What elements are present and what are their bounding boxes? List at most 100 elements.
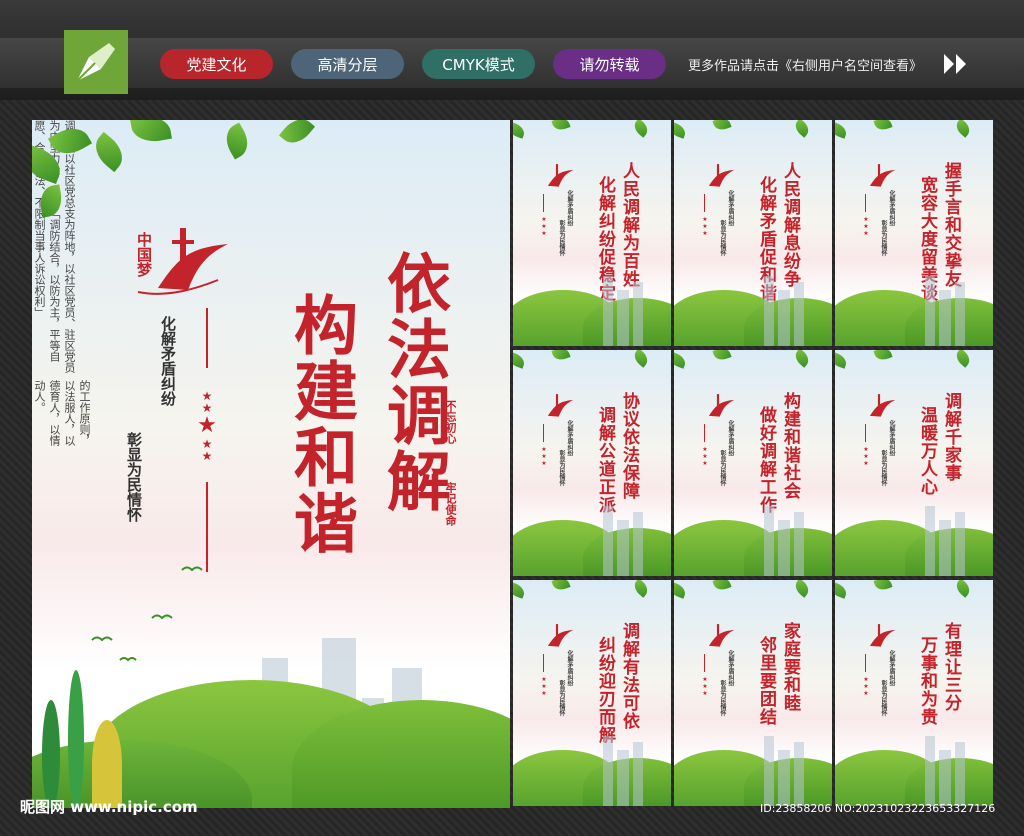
star-icon: ★ ★ ★: [702, 216, 708, 237]
small-title-line1: 人民调解为百姓: [619, 162, 639, 288]
plant-decoration: [42, 700, 60, 808]
building-silhouette: [633, 742, 643, 806]
small-sub-line2: 彰显为民情怀: [880, 220, 887, 256]
divider-line: [206, 482, 208, 572]
image-id: ID:23858206 NO:20231023223653327126: [760, 802, 996, 815]
small-title-line1: 调解有法可依: [619, 622, 639, 730]
building-silhouette: [633, 282, 643, 346]
building-silhouette: [939, 520, 951, 576]
building-silhouette: [603, 276, 613, 346]
small-poster: 调解有法可依 纠纷迎刃而解 化解矛盾纠纷 彰显为民情怀 ★ ★ ★: [513, 580, 671, 806]
china-dream-emblem: [859, 390, 899, 424]
leaf-decoration: [219, 122, 255, 160]
small-sub-line1: 化解矛盾纠纷: [888, 420, 895, 456]
small-title-line2: 温暖万人心: [917, 406, 937, 496]
small-sub-line1: 化解矛盾纠纷: [727, 420, 734, 456]
main-title-line1: 依法调解: [376, 250, 451, 514]
seal-line2: 牢记使命: [444, 482, 457, 526]
building-silhouette: [764, 736, 774, 806]
small-title-line1: 有理让三分: [941, 622, 961, 712]
building-silhouette: [939, 750, 951, 806]
pen-logo-icon: [64, 30, 128, 94]
small-poster: 协议依法保障 调解公道正派 化解矛盾纠纷 彰显为民情怀 ★ ★ ★: [513, 350, 671, 576]
leaf-decoration: [835, 351, 849, 369]
small-sub-line1: 化解矛盾纠纷: [566, 190, 573, 226]
china-dream-emblem: [698, 620, 738, 654]
divider-line: [704, 424, 705, 442]
small-poster: 握手言和交挚友 宽容大度留美谈 化解矛盾纠纷 彰显为民情怀 ★ ★ ★: [835, 120, 993, 346]
small-sub-line2: 彰显为民情怀: [558, 680, 565, 716]
building-silhouette: [603, 506, 613, 576]
small-poster: 家庭要和睦 邻里要团结 化解矛盾纠纷 彰显为民情怀 ★ ★ ★: [674, 580, 832, 806]
small-title-line1: 家庭要和睦: [780, 622, 800, 712]
small-title-line2: 做好调解工作: [756, 406, 776, 514]
building-silhouette: [617, 290, 629, 346]
leaf-decoration: [712, 350, 732, 363]
building-silhouette: [925, 736, 935, 806]
leaf-decoration: [674, 121, 688, 139]
leaf-decoration: [712, 580, 732, 593]
star-icon: ★ ★ ★ ★ ★: [197, 389, 217, 463]
leaf-decoration: [551, 120, 571, 133]
building-silhouette: [955, 742, 965, 806]
small-sub-line1: 化解矛盾纠纷: [566, 420, 573, 456]
china-dream-emblem: [537, 390, 577, 424]
tag-no-repost[interactable]: 请勿转载: [553, 49, 666, 79]
divider-line: [865, 424, 866, 442]
double-arrow-icon[interactable]: [942, 52, 970, 80]
divider-line: [704, 654, 705, 672]
small-title-line1: 协议依法保障: [619, 392, 639, 500]
china-dream-emblem: [537, 160, 577, 194]
leaf-decoration: [130, 120, 172, 146]
small-poster: 构建和谐社会 做好调解工作 化解矛盾纠纷 彰显为民情怀 ★ ★ ★: [674, 350, 832, 576]
leaf-decoration: [835, 121, 849, 139]
china-dream-emblem: [537, 620, 577, 654]
leaf-decoration: [953, 580, 973, 598]
more-works-link[interactable]: 更多作品请点击《右侧用户名空间查看》: [688, 55, 922, 74]
small-poster: 人民调解息纷争 化解矛盾促和谐 化解矛盾纠纷 彰显为民情怀 ★ ★ ★: [674, 120, 832, 346]
leaf-decoration: [674, 581, 688, 599]
leaf-decoration: [674, 351, 688, 369]
building-silhouette: [764, 506, 774, 576]
small-sub-line2: 彰显为民情怀: [719, 680, 726, 716]
small-sub-line2: 彰显为民情怀: [719, 450, 726, 486]
building-silhouette: [778, 290, 790, 346]
leaf-decoration: [953, 120, 973, 138]
small-title-line1: 调解千家事: [941, 392, 961, 482]
tag-party-culture[interactable]: 党建文化: [160, 49, 273, 79]
small-sub-line1: 化解矛盾纠纷: [727, 190, 734, 226]
building-silhouette: [778, 750, 790, 806]
star-icon: ★ ★ ★: [541, 446, 547, 467]
leaf-decoration: [873, 350, 893, 363]
small-sub-line1: 化解矛盾纠纷: [727, 650, 734, 686]
building-silhouette: [794, 512, 804, 576]
building-silhouette: [633, 512, 643, 576]
small-sub-line2: 彰显为民情怀: [880, 450, 887, 486]
divider-line: [543, 194, 544, 212]
divider-line: [865, 654, 866, 672]
subtitle-line1: 化解矛盾纠纷: [159, 316, 177, 406]
plant-decoration: [68, 670, 84, 808]
star-icon: ★ ★ ★: [541, 676, 547, 697]
leaf-decoration: [513, 351, 527, 369]
building-silhouette: [603, 736, 613, 806]
subtitle-line2: 彰显为民情怀: [125, 432, 143, 522]
leaf-decoration: [792, 580, 812, 598]
divider-line: [543, 654, 544, 672]
star-icon: ★ ★ ★: [541, 216, 547, 237]
divider-line: [704, 194, 705, 212]
small-sub-line1: 化解矛盾纠纷: [888, 650, 895, 686]
leaf-decoration: [835, 581, 849, 599]
star-icon: ★ ★ ★: [863, 676, 869, 697]
plant-decoration: [92, 720, 122, 808]
small-sub-line2: 彰显为民情怀: [880, 680, 887, 716]
tag-cmyk[interactable]: CMYK模式: [422, 49, 535, 79]
leaf-decoration: [278, 120, 316, 150]
emblem-text: 中国梦: [135, 232, 153, 277]
small-title-line1: 握手言和交挚友: [941, 162, 961, 288]
building-silhouette: [925, 276, 935, 346]
building-silhouette: [617, 750, 629, 806]
small-sub-line2: 彰显为民情怀: [558, 450, 565, 486]
tag-hd-layered[interactable]: 高清分层: [291, 49, 404, 79]
small-title-line2: 邻里要团结: [756, 636, 776, 726]
